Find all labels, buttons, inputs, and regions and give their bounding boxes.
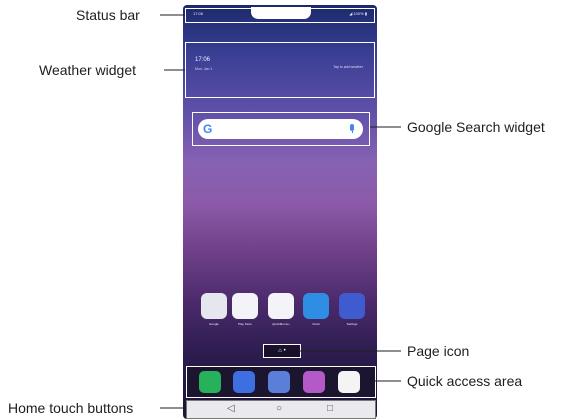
callout-page-icon: Page icon	[407, 343, 470, 359]
callout-home-touch-buttons: Home touch buttons	[8, 400, 134, 416]
callout-google-search-widget: Google Search widget	[407, 119, 545, 135]
callout-weather-widget: Weather widget	[39, 62, 137, 78]
callout-quick-access-area: Quick access area	[407, 373, 523, 389]
callout-status-bar: Status bar	[76, 7, 140, 23]
